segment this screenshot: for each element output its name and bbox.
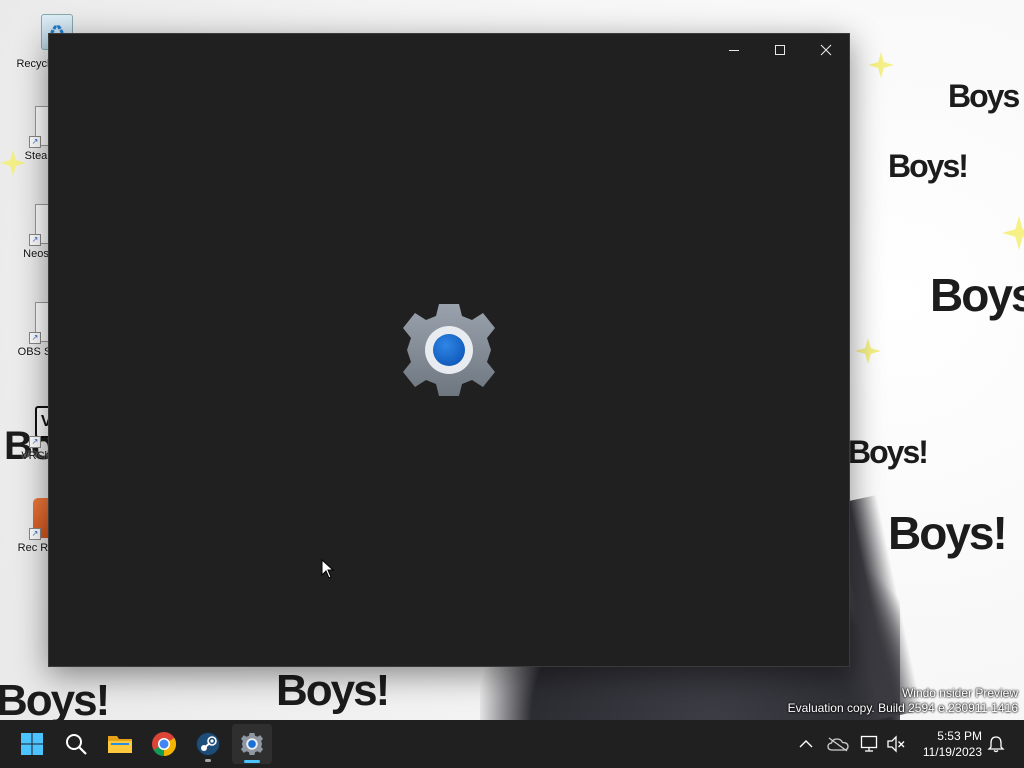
maximize-button[interactable] xyxy=(757,34,803,66)
settings-icon xyxy=(240,732,264,756)
clock-time: 5:53 PM xyxy=(937,729,982,743)
sparkle-decoration xyxy=(1002,216,1024,250)
wallpaper-text: Boys! xyxy=(888,148,969,184)
volume-muted-icon xyxy=(887,735,905,753)
notification-bell-icon xyxy=(987,736,1005,753)
start-button[interactable] xyxy=(12,724,52,764)
sparkle-decoration xyxy=(868,52,894,78)
watermark-line-2: Evaluation copy. Build 2594 e.230911-141… xyxy=(787,701,1018,715)
wallpaper-text: Boys! xyxy=(848,434,929,470)
close-icon xyxy=(820,44,832,56)
taskbar-file-explorer[interactable] xyxy=(100,724,140,764)
close-button[interactable] xyxy=(803,34,849,66)
sparkle-decoration xyxy=(855,338,881,364)
active-indicator xyxy=(244,760,260,763)
taskbar-clock[interactable]: 5:53 PM 11/19/2023 xyxy=(910,728,982,760)
windows-start-icon xyxy=(21,733,43,755)
volume-button[interactable] xyxy=(884,732,908,756)
maximize-icon xyxy=(775,45,785,55)
taskbar-chrome[interactable] xyxy=(144,724,184,764)
taskbar-settings[interactable] xyxy=(232,724,272,764)
taskbar-steam[interactable] xyxy=(188,724,228,764)
taskbar: 5:53 PM 11/19/2023 xyxy=(0,720,1024,768)
settings-window[interactable] xyxy=(48,33,850,667)
wallpaper-text: Boys! xyxy=(888,507,1008,559)
notifications-button[interactable] xyxy=(984,732,1008,756)
wallpaper-text: Boys xyxy=(930,269,1024,321)
onedrive-button[interactable] xyxy=(826,732,850,756)
watermark-line-1: Windo nsider Preview xyxy=(901,686,1018,700)
clock-date: 11/19/2023 xyxy=(922,745,982,759)
network-button[interactable] xyxy=(858,732,882,756)
mouse-cursor-icon xyxy=(321,559,335,579)
wallpaper-text: Boys! xyxy=(0,676,110,720)
search-button[interactable] xyxy=(56,724,96,764)
onedrive-icon xyxy=(827,737,849,752)
settings-gear-icon xyxy=(403,304,495,396)
minimize-button[interactable] xyxy=(711,34,757,66)
chrome-icon xyxy=(152,732,177,756)
wallpaper-text: Boys! xyxy=(276,666,390,715)
search-icon xyxy=(66,734,87,755)
chevron-up-icon xyxy=(799,740,813,748)
running-indicator xyxy=(205,759,211,762)
network-icon xyxy=(860,735,878,752)
file-explorer-icon xyxy=(108,736,132,753)
wallpaper-text: Boys xyxy=(948,78,1020,114)
show-hidden-icons-button[interactable] xyxy=(794,732,818,756)
minimize-icon xyxy=(729,50,739,51)
windows-insider-watermark: Windo nsider Preview Evaluation copy. Bu… xyxy=(788,686,1018,716)
steam-icon xyxy=(196,732,220,756)
